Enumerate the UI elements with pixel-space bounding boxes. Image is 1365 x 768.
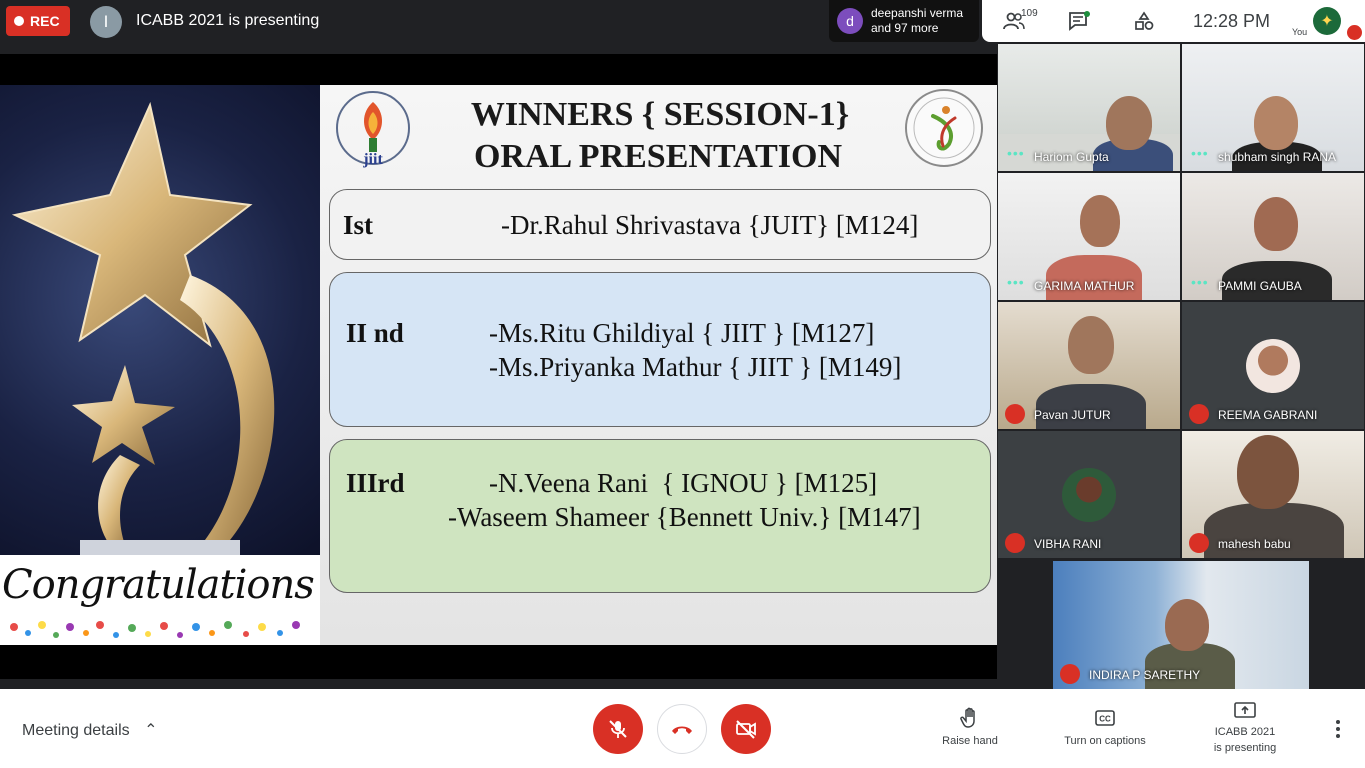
raise-hand-label: Raise hand xyxy=(942,735,998,747)
mic-off-icon xyxy=(1347,25,1362,40)
first-place-rank: Ist xyxy=(343,210,374,240)
speaking-indicator-icon: ••• xyxy=(1191,274,1209,290)
participant-tile[interactable]: Pavan JUTUR xyxy=(998,302,1180,429)
speaking-indicator-icon: ••• xyxy=(1007,274,1025,290)
more-options-icon[interactable] xyxy=(1332,719,1344,739)
captions-icon[interactable]: CC xyxy=(1095,710,1115,726)
chevron-up-icon: ⌃ xyxy=(144,722,158,739)
meeting-details-button[interactable]: Meeting details ⌃ xyxy=(22,720,157,740)
mic-toggle-button[interactable] xyxy=(593,704,643,754)
presenting-status: ICABB 2021 is presenting xyxy=(1195,724,1295,756)
meeting-toolbar xyxy=(982,0,1365,42)
recording-badge: REC xyxy=(6,6,70,36)
you-label: You xyxy=(1292,27,1308,37)
participant-tile[interactable]: ••• PAMMI GAUBA xyxy=(1182,173,1364,300)
first-place-winner-1: -Dr.Rahul Shrivastava {JUIT} [M124] xyxy=(501,210,919,240)
meeting-details-label: Meeting details xyxy=(22,722,130,739)
hang-up-icon xyxy=(672,726,692,734)
speaking-indicator-icon: ••• xyxy=(1007,145,1025,161)
participant-name: mahesh babu xyxy=(1218,537,1291,551)
second-place-winner-1: -Ms.Ritu Ghildiyal { JIIT } [M127] xyxy=(489,318,875,348)
participant-name: VIBHA RANI xyxy=(1034,537,1102,551)
speaking-indicator-icon: ••• xyxy=(1191,145,1209,161)
participant-name: GARIMA MATHUR xyxy=(1034,279,1135,293)
participant-tile[interactable]: ••• GARIMA MATHUR xyxy=(998,173,1180,300)
leave-call-button[interactable] xyxy=(657,704,707,754)
raise-hand-icon[interactable] xyxy=(960,707,980,729)
mic-off-icon xyxy=(1189,404,1209,424)
self-avatar[interactable]: ✦ xyxy=(1313,7,1341,35)
clock: 12:28 PM xyxy=(1193,11,1271,31)
record-dot-icon xyxy=(14,16,24,26)
second-place-rank: II nd xyxy=(346,318,404,348)
present-screen-icon[interactable] xyxy=(1234,702,1256,720)
participant-avatar xyxy=(1246,339,1300,393)
mic-off-icon xyxy=(1189,533,1209,553)
third-place-rank: IIIrd xyxy=(346,468,405,498)
presenter-avatar: I xyxy=(90,6,122,38)
presenting-status-line2: is presenting xyxy=(1213,742,1277,754)
camera-off-icon xyxy=(736,720,756,739)
mic-off-icon xyxy=(1005,533,1025,553)
third-place-winner-1: -N.Veena Rani { IGNOU } [M125] xyxy=(489,468,878,498)
joiner-name: deepanshi verma xyxy=(871,6,964,20)
third-place-winner-2: -Waseem Shameer {Bennett Univ.} [M147] xyxy=(448,502,921,532)
rec-label: REC xyxy=(30,13,60,29)
chat-icon[interactable] xyxy=(1068,11,1090,31)
congratulations-text: Congratulations xyxy=(2,562,315,608)
participant-tile[interactable]: VIBHA RANI xyxy=(998,431,1180,558)
participant-tile[interactable]: REEMA GABRANI xyxy=(1182,302,1364,429)
participant-name: REEMA GABRANI xyxy=(1218,408,1318,422)
participant-name: INDIRA P SARETHY xyxy=(1089,668,1201,682)
join-notification[interactable]: d deepanshi verma and 97 more xyxy=(829,0,979,42)
slide-title-line2: ORAL PRESENTATION xyxy=(473,138,843,175)
svg-text:CC: CC xyxy=(1099,715,1111,724)
presenting-title: ICABB 2021 is presenting xyxy=(136,12,320,29)
presenting-status-line1: ICABB 2021 xyxy=(1214,726,1276,738)
participant-tile[interactable]: ••• Hariom Gupta xyxy=(998,44,1180,171)
participant-tile[interactable]: mahesh babu xyxy=(1182,431,1364,558)
participant-name: Pavan JUTUR xyxy=(1034,408,1111,422)
mic-off-icon xyxy=(609,720,627,738)
participant-tile[interactable]: ••• shubham singh RANA xyxy=(1182,44,1364,171)
participant-count: 109 xyxy=(1021,8,1038,19)
captions-label: Turn on captions xyxy=(1064,735,1146,747)
activities-icon[interactable] xyxy=(1133,11,1155,31)
participant-tile[interactable]: INDIRA P SARETHY xyxy=(1053,561,1309,689)
camera-toggle-button[interactable] xyxy=(721,704,771,754)
mic-off-icon xyxy=(1060,664,1080,684)
participant-name: Hariom Gupta xyxy=(1034,150,1109,164)
second-place-box xyxy=(329,272,991,427)
trophy-image xyxy=(0,85,320,555)
participant-name: PAMMI GAUBA xyxy=(1218,279,1302,293)
joiner-others: and 97 more xyxy=(871,21,939,35)
joiner-avatar: d xyxy=(837,8,863,34)
participant-name: shubham singh RANA xyxy=(1218,150,1337,164)
slide-title-line1: WINNERS { SESSION-1} xyxy=(470,96,850,133)
second-place-winner-2: -Ms.Priyanka Mathur { JIIT } [M149] xyxy=(489,352,902,382)
participant-avatar xyxy=(1062,468,1116,522)
mic-off-icon xyxy=(1005,404,1025,424)
